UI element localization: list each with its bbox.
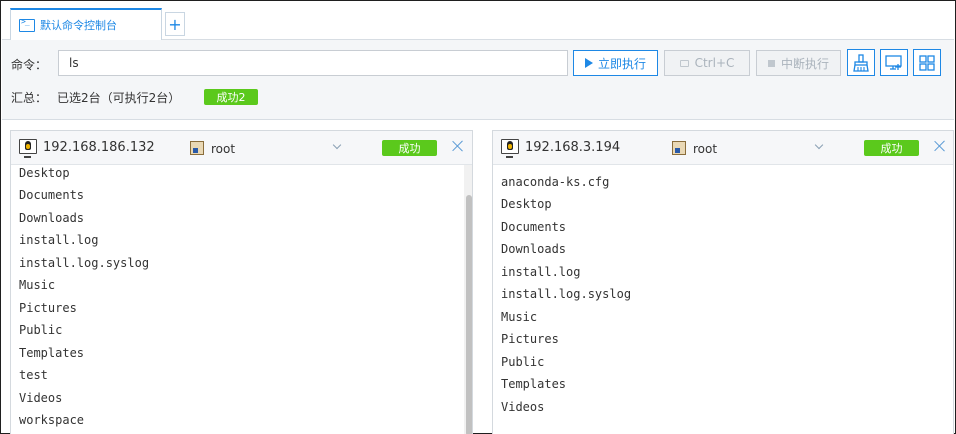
output-line: Music: [501, 309, 538, 324]
add-screen-button[interactable]: [880, 49, 908, 76]
ctrl-c-button[interactable]: Ctrl+C: [664, 50, 750, 76]
run-now-button[interactable]: 立即执行: [573, 50, 658, 76]
output-line: Templates: [19, 345, 85, 360]
session-header: 192.168.3.194 root 成功: [493, 131, 953, 165]
play-icon: [584, 58, 593, 68]
linux-host-icon: [501, 139, 519, 158]
user-icon: [672, 141, 686, 155]
stop-execution-button[interactable]: 中断执行: [756, 50, 841, 76]
keyboard-icon: [679, 59, 689, 67]
output-line: workspace: [19, 412, 85, 427]
output-line: Documents: [19, 188, 85, 203]
status-badge: 成功: [382, 140, 437, 156]
output-line: Desktop: [501, 197, 552, 212]
stop-execution-label: 中断执行: [780, 56, 829, 71]
output-line: install.log.syslog: [501, 287, 632, 302]
output-line: Downloads: [19, 210, 85, 225]
output-line: Pictures: [501, 332, 559, 347]
user-name: root: [211, 142, 236, 156]
close-icon[interactable]: [451, 139, 465, 153]
command-input[interactable]: ls: [58, 50, 568, 76]
output-line: Public: [501, 354, 545, 369]
output-line: install.log.syslog: [19, 255, 150, 270]
output-line: Pictures: [19, 300, 77, 315]
chevron-down-icon[interactable]: [815, 141, 825, 151]
output-area: Desktop Documents Downloads install.log inst…: [11, 165, 472, 434]
stop-icon: [767, 59, 775, 67]
broom-icon: [853, 53, 869, 72]
output-line: anaconda-ks.cfg: [501, 175, 610, 189]
output-line: install.log: [19, 233, 99, 248]
session-panel-2: 192.168.3.194 root 成功 anaconda-ks.cfg Des…: [492, 130, 954, 434]
command-area: 命令： ls 立即执行 Ctrl+C 中断执行 汇总： 已选2台（可执行2台） …: [2, 40, 954, 120]
close-icon[interactable]: [933, 139, 947, 153]
command-label: 命令：: [11, 58, 48, 72]
grid-icon: [919, 54, 935, 71]
clear-output-button[interactable]: [847, 49, 875, 76]
linux-host-icon: [19, 139, 37, 158]
summary-label: 汇总：: [11, 91, 48, 105]
session-panel-1: 192.168.186.132 root 成功 Desktop Documents…: [10, 130, 473, 434]
output-line: Music: [19, 278, 56, 293]
host-ip: 192.168.3.194: [525, 140, 621, 155]
add-tab-button[interactable]: +: [165, 12, 185, 36]
ctrl-c-label: Ctrl+C: [694, 56, 735, 70]
summary-status-badge: 成功2: [204, 89, 258, 105]
host-ip: 192.168.186.132: [43, 140, 155, 155]
status-badge: 成功: [864, 140, 919, 156]
output-area: anaconda-ks.cfg Desktop Documents Downloads…: [493, 165, 953, 434]
output-line: Downloads: [501, 242, 567, 257]
monitor-add-icon: [885, 54, 902, 70]
output-line: test: [19, 368, 48, 383]
session-header: 192.168.186.132 root 成功: [11, 131, 472, 165]
grid-layout-button[interactable]: [913, 49, 941, 76]
output-line: Public: [19, 323, 63, 338]
output-line: Videos: [19, 390, 63, 405]
tab-label: 默认命令控制台: [40, 19, 117, 32]
output-line: Templates: [501, 377, 567, 392]
user-icon: [190, 141, 204, 155]
tab-default-console[interactable]: 默认命令控制台: [10, 8, 162, 40]
chevron-down-icon[interactable]: [333, 141, 343, 151]
tab-bar: 默认命令控制台 +: [2, 2, 954, 40]
output-line: Videos: [501, 399, 545, 414]
output-line: Documents: [501, 219, 567, 234]
user-name: root: [693, 142, 718, 156]
summary-text: 已选2台（可执行2台）: [57, 91, 181, 105]
run-now-label: 立即执行: [597, 56, 646, 71]
output-line: Desktop: [19, 166, 70, 180]
terminal-icon: [19, 17, 35, 32]
output-line: install.log: [501, 264, 581, 279]
console-window: 默认命令控制台 + 命令： ls 立即执行 Ctrl+C 中断执行: [0, 0, 956, 434]
